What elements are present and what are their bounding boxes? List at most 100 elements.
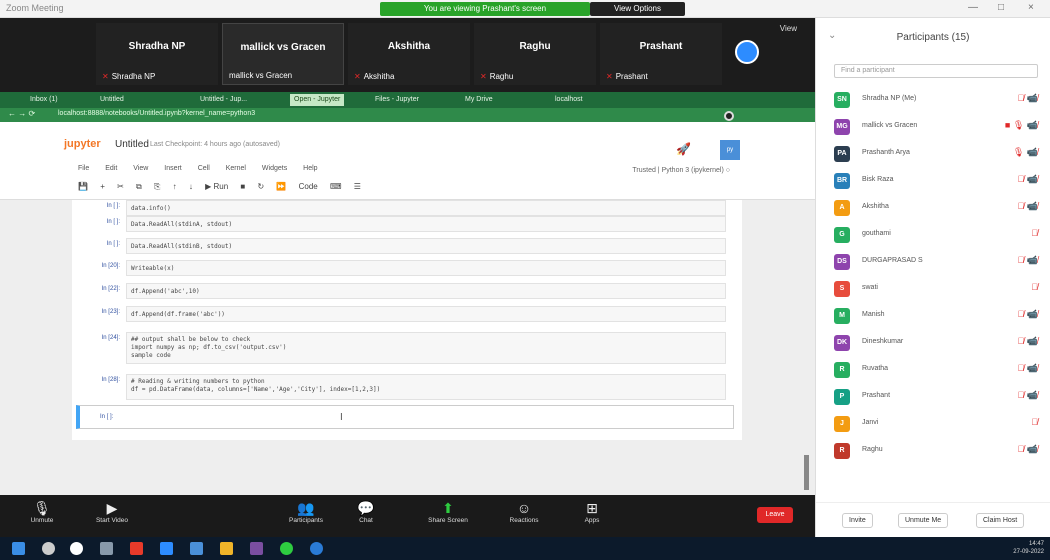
video-tile[interactable]: Prashant ✕ Prashant [600,23,722,85]
participant-search-input[interactable]: Find a participant [834,64,1038,78]
start-icon[interactable] [12,542,25,555]
menu-file[interactable]: File [78,165,89,172]
participant-row[interactable]: R Ruvatha 🎙̸ 📹̸ [834,360,1044,380]
reactions-button[interactable]: ☺ Reactions [494,499,554,524]
cell-code[interactable]: Data.ReadAll(stdinA, stdout) [126,216,726,232]
kernel-status[interactable]: Trusted | Python 3 (ipykernel) ○ [632,167,730,174]
notebook-title[interactable]: Untitled [115,139,149,150]
zoom-app-icon[interactable] [160,542,173,555]
next-page-icon[interactable] [735,40,759,64]
browser-tab-active[interactable]: Open - Jupyter [290,94,345,106]
url-field[interactable]: localhost:8888/notebooks/Untitled.ipynb?… [58,110,255,117]
menu-cell[interactable]: Cell [198,165,210,172]
paste-icon[interactable]: ⎘ [154,182,160,191]
menu-widgets[interactable]: Widgets [262,165,287,172]
apps-button[interactable]: ⊞ Apps [562,499,622,524]
browser-tab[interactable]: Untitled [100,94,124,106]
move-up-icon[interactable]: ↑ [173,182,177,191]
unmute-button[interactable]: 🎙 Unmute [12,499,72,524]
app-icon[interactable] [190,542,203,555]
participants-button[interactable]: 👥 Participants [276,499,336,524]
code-cell[interactable]: In [20]: Writeable(x) [86,260,726,276]
browser-tab[interactable]: Inbox (1) [30,94,58,106]
cell-code[interactable]: df.Append('abc',10) [126,283,726,299]
code-cell[interactable]: In [22]: df.Append('abc',10) [86,283,726,299]
save-icon[interactable]: 💾 [78,182,88,191]
cortana-icon[interactable] [70,542,83,555]
participant-row[interactable]: A Akshitha 🎙̸ 📹̸ [834,198,1044,218]
keyboard-icon[interactable]: ⌨ [330,182,342,191]
start-video-button[interactable]: ▶ Start Video [82,499,142,524]
cell-code[interactable]: Data.ReadAll(stdinB, stdout) [126,238,726,254]
code-cell[interactable]: In [ ]: Data.ReadAll(stdinA, stdout) [86,216,726,232]
view-options-button[interactable]: View Options [590,2,685,16]
view-button[interactable]: View [780,24,797,33]
code-cell[interactable]: In [24]: ## output shall be below to che… [86,332,726,364]
app-icon[interactable] [250,542,263,555]
video-tile[interactable]: Shradha NP ✕ Shradha NP [96,23,218,85]
participant-row[interactable]: J Janvi 🎙̸ [834,414,1044,434]
system-clock[interactable]: 14:47 27-09-2022 [1013,540,1044,556]
copy-icon[interactable]: ⧉ [136,182,142,191]
chat-button[interactable]: 💬 Chat [336,499,396,524]
code-cell[interactable]: In [ ]: Data.ReadAll(stdinB, stdout) [86,238,726,254]
menu-kernel[interactable]: Kernel [226,165,246,172]
cut-icon[interactable]: ✂ [117,182,124,191]
browser-tab[interactable]: My Drive [465,94,493,106]
minimize-icon[interactable]: — [968,2,978,13]
vertical-scrollbar[interactable] [804,455,809,490]
participant-row[interactable]: DS DURGAPRASAD S 🎙̸ 📹̸ [834,252,1044,272]
code-cell[interactable]: In [ ]: data.info() [86,200,726,216]
rocket-icon[interactable]: 🚀 [676,142,691,156]
menu-help[interactable]: Help [303,165,317,172]
invite-button[interactable]: Invite [842,513,873,528]
cell-code[interactable]: df.Append(df.frame('abc')) [126,306,726,322]
stop-icon[interactable]: ■ [240,182,245,191]
cell-type-select[interactable]: Code [299,182,318,191]
code-cell[interactable]: In [23]: df.Append(df.frame('abc')) [86,306,726,322]
participant-row[interactable]: Sswati 🎙̸ [834,279,1044,299]
participant-row[interactable]: MG mallick vs Gracen ■ 🎙 📹̸ [834,117,1044,137]
participant-row[interactable]: DK Dineshkumar 🎙̸ 📹̸ [834,333,1044,353]
unmute-me-button[interactable]: Unmute Me [898,513,949,528]
browser-tab[interactable]: localhost [555,94,583,106]
cell-code[interactable]: # Reading & writing numbers to python df… [126,374,726,400]
active-code-cell[interactable]: In [ ]: I [76,405,734,429]
browser-tab[interactable]: Untitled - Jup... [200,94,247,106]
video-tile[interactable]: Raghu ✕ Raghu [474,23,596,85]
cell-code[interactable]: data.info() [126,200,726,216]
participant-row[interactable]: P Prashant 🎙̸ 📹̸ [834,387,1044,407]
claim-host-button[interactable]: Claim Host [976,513,1025,528]
app-icon[interactable] [130,542,143,555]
fast-forward-icon[interactable]: ⏩ [276,182,286,191]
code-cell[interactable]: In [28]: # Reading & writing numbers to … [86,374,726,400]
video-tile[interactable]: Akshitha ✕ Akshitha [348,23,470,85]
close-icon[interactable]: × [1028,2,1034,13]
command-palette-icon[interactable]: ☰ [354,182,361,191]
edge-icon[interactable] [310,542,323,555]
move-down-icon[interactable]: ↓ [189,182,193,191]
browser-tab[interactable]: Files - Jupyter [375,94,419,106]
chrome-icon[interactable] [280,542,293,555]
run-button[interactable]: ▶ Run [205,182,228,191]
share-screen-button[interactable]: ⬆ Share Screen [418,499,478,524]
video-tile-active[interactable]: mallick vs Gracen mallick vs Gracen [222,23,344,85]
leave-button[interactable]: Leave [757,507,793,523]
participant-row[interactable]: BR Bisk Raza 🎙̸ 📹̸ [834,171,1044,191]
add-cell-icon[interactable]: + [100,182,105,191]
participant-row[interactable]: Ggouthami 🎙̸ [834,225,1044,245]
search-icon[interactable] [42,542,55,555]
file-explorer-icon[interactable] [220,542,233,555]
menu-insert[interactable]: Insert [164,165,182,172]
participant-row[interactable]: M Manish 🎙̸ 📹̸ [834,306,1044,326]
menu-view[interactable]: View [133,165,148,172]
cell-code[interactable]: ## output shall be below to check import… [126,332,726,364]
participant-row[interactable]: PA Prashanth Arya 🎙 📹̸ [834,144,1044,164]
menu-edit[interactable]: Edit [105,165,117,172]
participant-row[interactable]: R Raghu 🎙̸ 📹̸ [834,441,1044,461]
restart-icon[interactable]: ↻ [257,182,264,191]
maximize-icon[interactable]: □ [998,2,1004,13]
participant-row[interactable]: SN Shradha NP (Me) 🎙̸ 📹̸ [834,90,1044,110]
jupyter-logo[interactable]: jupyter [64,138,101,150]
cell-code[interactable]: Writeable(x) [126,260,726,276]
